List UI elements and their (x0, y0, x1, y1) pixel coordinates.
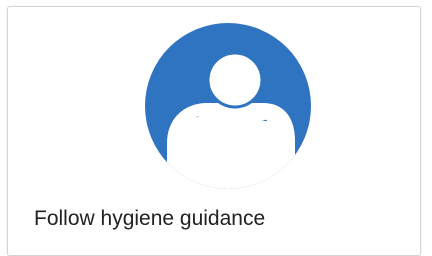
hygiene-guidance-card[interactable]: Follow hygiene guidance (7, 6, 421, 256)
cough-into-elbow-icon (145, 23, 311, 189)
card-title: Follow hygiene guidance (34, 207, 266, 230)
